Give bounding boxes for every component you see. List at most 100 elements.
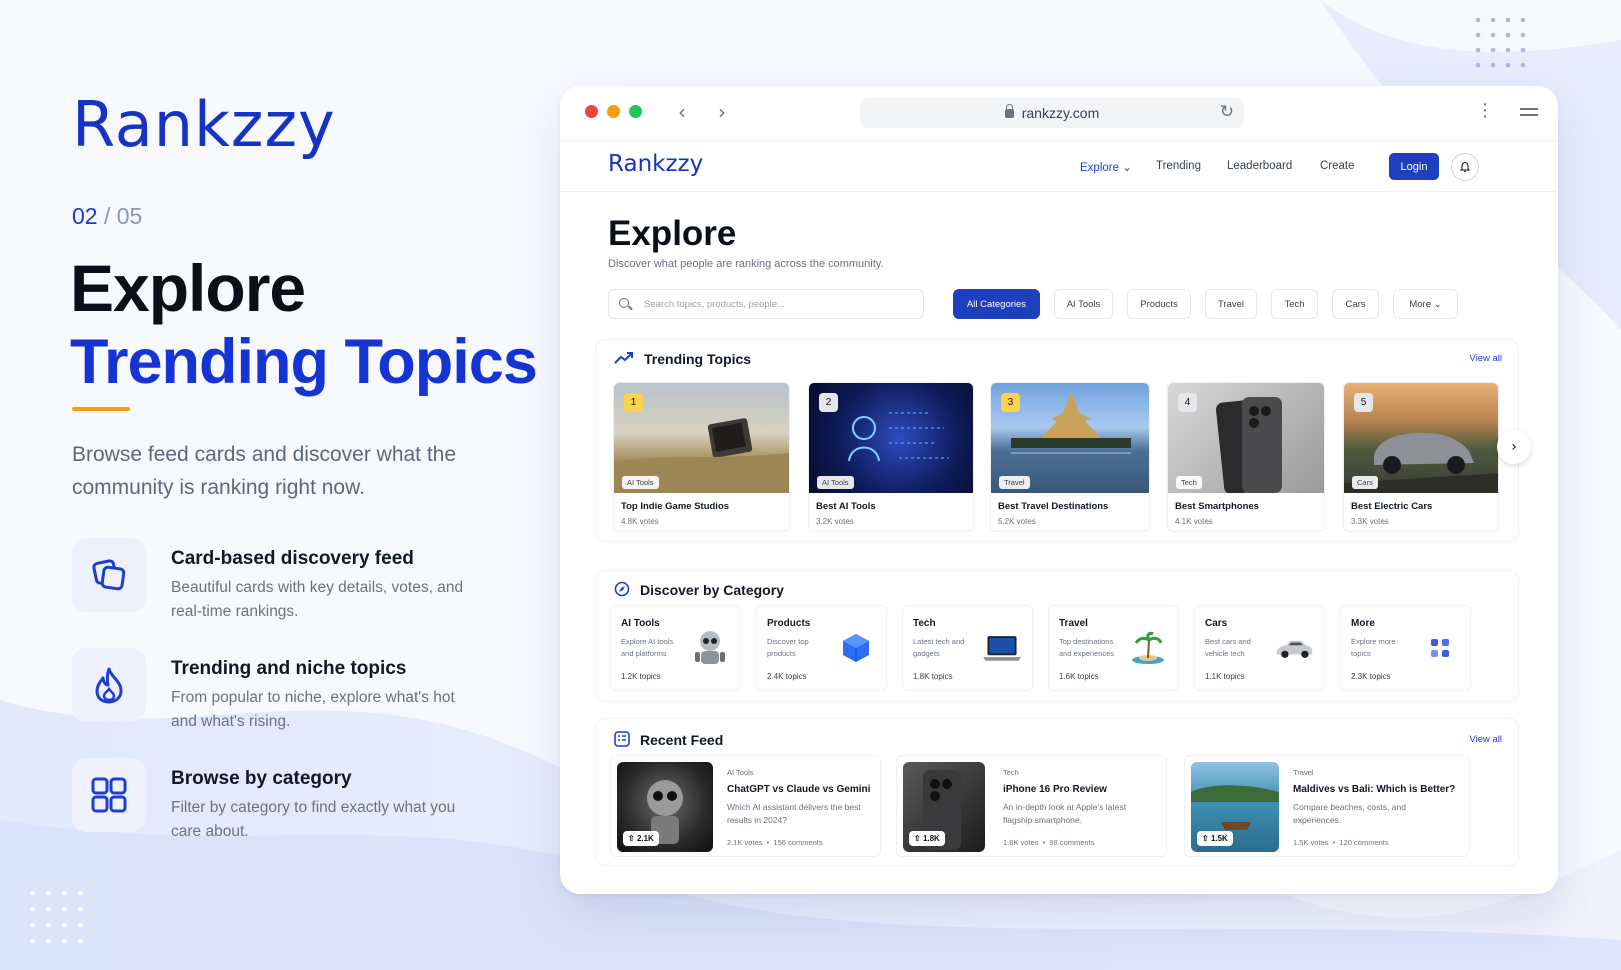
kebab-menu-icon[interactable]: ⋮ xyxy=(1476,100,1494,121)
upvote-badge[interactable]: ⇧ 1.5K xyxy=(1197,831,1233,846)
trending-card[interactable]: 2 AI Tools Best AI Tools 3.2K votes xyxy=(808,382,974,532)
close-dot[interactable] xyxy=(585,105,598,118)
category-description: Top destinations and experiences xyxy=(1059,637,1115,658)
feed-icon xyxy=(614,731,630,752)
minimize-dot[interactable] xyxy=(607,105,620,118)
category-card-more[interactable]: More Explore more topics 2.3K topics xyxy=(1340,605,1471,691)
chip-cars[interactable]: Cars xyxy=(1332,289,1379,319)
chip-products[interactable]: Products xyxy=(1127,289,1191,319)
feed-meta: 1.5K votes • 120 comments xyxy=(1293,838,1389,847)
trending-card[interactable]: 5 Cars Best Electric Cars 3.3K votes xyxy=(1343,382,1499,532)
nav-trending[interactable]: Trending xyxy=(1156,160,1201,172)
nav-explore[interactable]: Explore ⌄ xyxy=(1080,160,1132,174)
category-name: AI Tools xyxy=(621,618,660,629)
upvote-badge[interactable]: ⇧ 1.8K xyxy=(909,831,945,846)
rank-badge: 1 xyxy=(624,393,643,412)
category-description: Discover top products xyxy=(767,637,809,658)
feature-title: Browse by category xyxy=(171,768,352,789)
island-icon xyxy=(1128,628,1168,668)
feature-description: Filter by category to find exactly what … xyxy=(171,799,456,840)
category-card-tech[interactable]: Tech Latest tech and gadgets 1.8K topics xyxy=(902,605,1033,691)
trending-image: 5 Cars xyxy=(1344,383,1498,493)
laptop-icon xyxy=(982,628,1022,668)
carousel-next-button[interactable]: › xyxy=(1497,430,1531,464)
chip-travel[interactable]: Travel xyxy=(1205,289,1257,319)
trending-card[interactable]: 4 Tech Best Smartphones 4.1K votes xyxy=(1167,382,1325,532)
category-tag: Cars xyxy=(1352,476,1378,489)
trending-votes: 5.2K votes xyxy=(998,517,1036,526)
rank-badge: 2 xyxy=(819,393,838,412)
search-input[interactable]: Search topics, products, people... xyxy=(608,289,924,319)
rank-badge: 5 xyxy=(1354,393,1373,412)
feed-title: iPhone 16 Pro Review xyxy=(1003,784,1107,795)
feed-image: ⇧ 1.5K xyxy=(1191,762,1279,852)
maximize-dot[interactable] xyxy=(629,105,642,118)
login-button[interactable]: Login xyxy=(1389,153,1439,180)
trending-votes: 4.8K votes xyxy=(621,517,659,526)
robot-icon xyxy=(690,628,730,668)
feed-title: Maldives vs Bali: Which is Better? xyxy=(1293,784,1456,795)
step-total: 05 xyxy=(116,203,143,229)
feature-title: Trending and niche topics xyxy=(171,658,407,679)
chip-ai-tools[interactable]: AI Tools xyxy=(1054,289,1113,319)
chevron-down-icon: ⌄ xyxy=(1433,298,1442,310)
nav-leaderboard[interactable]: Leaderboard xyxy=(1227,160,1292,172)
category-description: Latest tech and gadgets xyxy=(913,637,965,658)
category-tag: AI Tools xyxy=(622,476,659,489)
category-card-products[interactable]: Products Discover top products 2.4K topi… xyxy=(756,605,887,691)
trending-card[interactable]: 1 AI Tools Top Indie Game Studios 4.8K v… xyxy=(613,382,790,532)
forward-arrow-icon[interactable]: › xyxy=(718,100,726,124)
step-separator: / xyxy=(103,203,111,229)
category-card-travel[interactable]: Travel Top destinations and experiences … xyxy=(1048,605,1179,691)
grid-dots-icon xyxy=(1420,628,1460,668)
hamburger-icon[interactable] xyxy=(1520,108,1538,116)
feature-item-trending: Trending and niche topics From popular t… xyxy=(72,648,532,730)
category-description: Best cars and vehicle tech xyxy=(1205,637,1251,658)
hero-title-line2: Trending Topics xyxy=(70,327,538,397)
category-count: 2.4K topics xyxy=(767,672,807,681)
trending-votes: 3.3K votes xyxy=(1351,517,1389,526)
category-count: 1.8K topics xyxy=(913,672,953,681)
step-current: 02 xyxy=(72,203,98,229)
section-title: Recent Feed xyxy=(640,732,724,748)
browser-chrome: ‹ › rankzzy.com ↻ ⋮ xyxy=(560,86,1558,140)
nav-create[interactable]: Create xyxy=(1320,160,1355,172)
category-name: Products xyxy=(767,618,811,629)
category-card-ai-tools[interactable]: AI Tools Explore AI tools and platforms … xyxy=(610,605,741,691)
site-header: Rankzzy Explore ⌄ Trending Leaderboard C… xyxy=(560,140,1558,192)
reload-icon[interactable]: ↻ xyxy=(1220,102,1234,122)
search-icon xyxy=(619,298,629,308)
feed-card[interactable]: ⇧ 1.5K Travel Maldives vs Bali: Which is… xyxy=(1184,755,1470,857)
bell-icon[interactable] xyxy=(1451,153,1479,181)
trending-view-all-link[interactable]: View all xyxy=(1469,353,1502,364)
category-count: 1.6K topics xyxy=(1059,672,1099,681)
cube-icon xyxy=(836,628,876,668)
chip-all-categories[interactable]: All Categories xyxy=(953,289,1040,319)
feed-view-all-link[interactable]: View all xyxy=(1469,734,1502,745)
trending-name: Best Smartphones xyxy=(1175,501,1259,512)
trending-image: 4 Tech xyxy=(1168,383,1324,493)
feed-description: An in-depth look at Apple's latest flags… xyxy=(1003,802,1127,825)
trending-image: 2 AI Tools xyxy=(809,383,973,493)
upvote-badge[interactable]: ⇧ 2.1K xyxy=(623,831,659,846)
site-logo[interactable]: Rankzzy xyxy=(608,151,703,177)
trending-name: Best AI Tools xyxy=(816,501,876,512)
category-name: Cars xyxy=(1205,618,1228,629)
feed-card[interactable]: ⇧ 1.8K Tech iPhone 16 Pro Review An in-d… xyxy=(896,755,1167,857)
address-bar[interactable]: rankzzy.com ↻ xyxy=(860,98,1244,128)
car-icon xyxy=(1274,628,1314,668)
category-card-cars[interactable]: Cars Best cars and vehicle tech 1.1K top… xyxy=(1194,605,1325,691)
category-description: Explore more topics xyxy=(1351,637,1396,658)
feed-meta: 2.1K votes • 156 comments xyxy=(727,838,823,847)
chip-tech[interactable]: Tech xyxy=(1271,289,1318,319)
chip-more[interactable]: More ⌄ xyxy=(1393,289,1458,319)
trending-name: Best Travel Destinations xyxy=(998,501,1109,512)
category-tag: AI Tools xyxy=(817,476,854,489)
category-name: More xyxy=(1351,618,1375,629)
category-description: Explore AI tools and platforms xyxy=(621,637,674,658)
trending-card[interactable]: 3 Travel Best Travel Destinations 5.2K v… xyxy=(990,382,1150,532)
back-arrow-icon[interactable]: ‹ xyxy=(678,100,686,124)
feed-card[interactable]: ⇧ 2.1K AI Tools ChatGPT vs Claude vs Gem… xyxy=(610,755,881,857)
category-count: 2.3K topics xyxy=(1351,672,1391,681)
trending-name: Best Electric Cars xyxy=(1351,501,1433,512)
